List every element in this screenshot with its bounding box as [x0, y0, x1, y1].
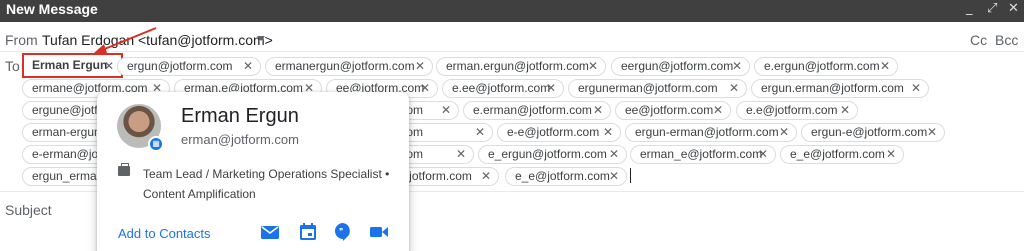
bcc-link[interactable]: Bcc	[995, 32, 1018, 48]
recipient-email: ergun@jotform.com	[127, 59, 233, 73]
recipient-chip[interactable]: ergun.erman@jotform.com ✕	[751, 79, 929, 98]
remove-recipient-icon[interactable]: ✕	[441, 102, 451, 119]
recipient-email: ergunerman@jotform.com	[578, 81, 718, 95]
recipient-chip[interactable]: e.ee@jotform.com ✕	[442, 79, 564, 98]
remove-recipient-icon[interactable]: ✕	[713, 102, 723, 119]
recipient-chip[interactable]: e.erman@jotform.com ✕	[463, 101, 611, 120]
remove-recipient-icon[interactable]: ✕	[475, 124, 485, 141]
remove-recipient-icon[interactable]: ✕	[609, 146, 619, 163]
remove-recipient-icon[interactable]: ✕	[732, 58, 742, 75]
cc-link[interactable]: Cc	[970, 32, 987, 48]
remove-recipient-icon[interactable]: ✕	[593, 102, 603, 119]
remove-recipient-icon[interactable]: ✕	[779, 124, 789, 141]
cc-bcc-links: Cc Bcc	[970, 32, 1018, 48]
svg-text:❞: ❞	[339, 227, 343, 236]
contact-name: Erman Ergun	[181, 105, 299, 127]
recipient-chip[interactable]: erman_e@jotform.com ✕	[630, 145, 776, 164]
recipient-email: e_ergun@jotform.com	[488, 147, 607, 161]
window-title: New Message	[6, 1, 98, 17]
recipient-email: eergun@jotform.com	[621, 59, 734, 73]
recipient-email: erman_e@jotform.com	[640, 147, 763, 161]
recipient-email: e.ergun@jotform.com	[764, 59, 880, 73]
text-caret	[630, 168, 631, 183]
remove-recipient-icon[interactable]: ✕	[243, 58, 253, 75]
window-titlebar: New Message _ ⤢ ✕	[0, 0, 1024, 22]
remove-recipient-icon[interactable]: ✕	[840, 102, 850, 119]
recipient-email: ermanergun@jotform.com	[275, 59, 415, 73]
recipient-chip[interactable]: ermanergun@jotform.com ✕	[265, 57, 433, 76]
fullscreen-icon[interactable]: ⤢	[987, 1, 997, 16]
minimize-icon[interactable]: _	[966, 1, 973, 16]
chat-icon[interactable]: ❞	[333, 222, 353, 242]
from-dropdown-icon[interactable]	[257, 36, 265, 41]
recipient-email: ergun-e@jotform.com	[811, 125, 928, 139]
annotation-arrow-icon	[94, 27, 157, 53]
remove-recipient-icon[interactable]: ✕	[880, 58, 890, 75]
remove-recipient-icon[interactable]: ✕	[415, 58, 425, 75]
recipient-chip[interactable]: e_ergun@jotform.com ✕	[478, 145, 627, 164]
recipient-email: ergun-erman@jotform.com	[635, 125, 779, 139]
recipient-chip-highlighted[interactable]: Erman Ergun ✕	[22, 53, 123, 78]
business-badge-icon: ▦	[148, 136, 164, 152]
remove-recipient-icon[interactable]: ✕	[481, 168, 491, 185]
remove-recipient-icon[interactable]: ✕	[456, 146, 466, 163]
remove-recipient-icon[interactable]: ✕	[603, 124, 613, 141]
recipient-email: e.erman@jotform.com	[473, 103, 592, 117]
recipient-chip[interactable]: e.ergun@jotform.com ✕	[754, 57, 898, 76]
recipient-chip[interactable]: ee@jotform.com ✕	[615, 101, 731, 120]
recipient-email: ee@jotform.com	[625, 103, 714, 117]
recipient-chip-partial[interactable]: .com ✕	[395, 123, 493, 142]
recipient-email: ergun.erman@jotform.com	[761, 81, 904, 95]
add-to-contacts-link[interactable]: Add to Contacts	[118, 226, 211, 241]
recipient-chip[interactable]: eergun@jotform.com ✕	[611, 57, 750, 76]
recipient-chip[interactable]: e_e@jotform.com ✕	[505, 167, 627, 186]
recipient-chip[interactable]: ergun@jotform.com ✕	[117, 57, 261, 76]
contact-hovercard: ▦ Erman Ergun erman@jotform.com Team Lea…	[97, 92, 409, 251]
recipient-email: erman.ergun@jotform.com	[446, 59, 589, 73]
recipient-email: e_e@jotform.com	[515, 169, 610, 183]
to-label: To	[5, 58, 20, 74]
recipient-chip[interactable]: ergun-erman@jotform.com ✕	[625, 123, 797, 142]
recipient-chip[interactable]: ergun-e@jotform.com ✕	[801, 123, 945, 142]
contact-email: erman@jotform.com	[181, 132, 299, 147]
recipient-chip[interactable]: e-e@jotform.com ✕	[497, 123, 621, 142]
mail-icon[interactable]	[260, 222, 280, 242]
remove-recipient-icon[interactable]: ✕	[104, 56, 114, 77]
recipient-chip[interactable]: e.e@jotform.com ✕	[736, 101, 858, 120]
from-label: From	[5, 32, 38, 48]
remove-recipient-icon[interactable]: ✕	[911, 80, 921, 97]
remove-recipient-icon[interactable]: ✕	[758, 146, 768, 163]
recipient-chip[interactable]: ergunerman@jotform.com ✕	[568, 79, 747, 98]
recipient-chip-partial[interactable]: @jotform.com ✕	[395, 167, 499, 186]
contact-job-title: Team Lead / Marketing Operations Special…	[143, 167, 390, 201]
remove-recipient-icon[interactable]: ✕	[609, 168, 619, 185]
recipient-email: e.ee@jotform.com	[452, 81, 551, 95]
remove-recipient-icon[interactable]: ✕	[546, 80, 556, 97]
subject-label[interactable]: Subject	[5, 202, 52, 218]
video-icon[interactable]	[369, 222, 389, 242]
recipient-email: e.e@jotform.com	[746, 103, 838, 117]
recipient-name: Erman Ergun	[32, 58, 108, 72]
close-icon[interactable]: ✕	[1008, 1, 1019, 16]
remove-recipient-icon[interactable]: ✕	[729, 80, 739, 97]
recipient-email: e-e@jotform.com	[507, 125, 600, 139]
remove-recipient-icon[interactable]: ✕	[420, 80, 430, 97]
remove-recipient-icon[interactable]: ✕	[588, 58, 598, 75]
briefcase-icon	[118, 163, 130, 176]
recipient-chip[interactable]: e_e@jotform.com ✕	[780, 145, 904, 164]
remove-recipient-icon[interactable]: ✕	[886, 146, 896, 163]
remove-recipient-icon[interactable]: ✕	[927, 124, 937, 141]
calendar-icon[interactable]	[298, 222, 318, 242]
recipient-chip[interactable]: erman.ergun@jotform.com ✕	[436, 57, 606, 76]
recipient-email: e_e@jotform.com	[790, 147, 885, 161]
